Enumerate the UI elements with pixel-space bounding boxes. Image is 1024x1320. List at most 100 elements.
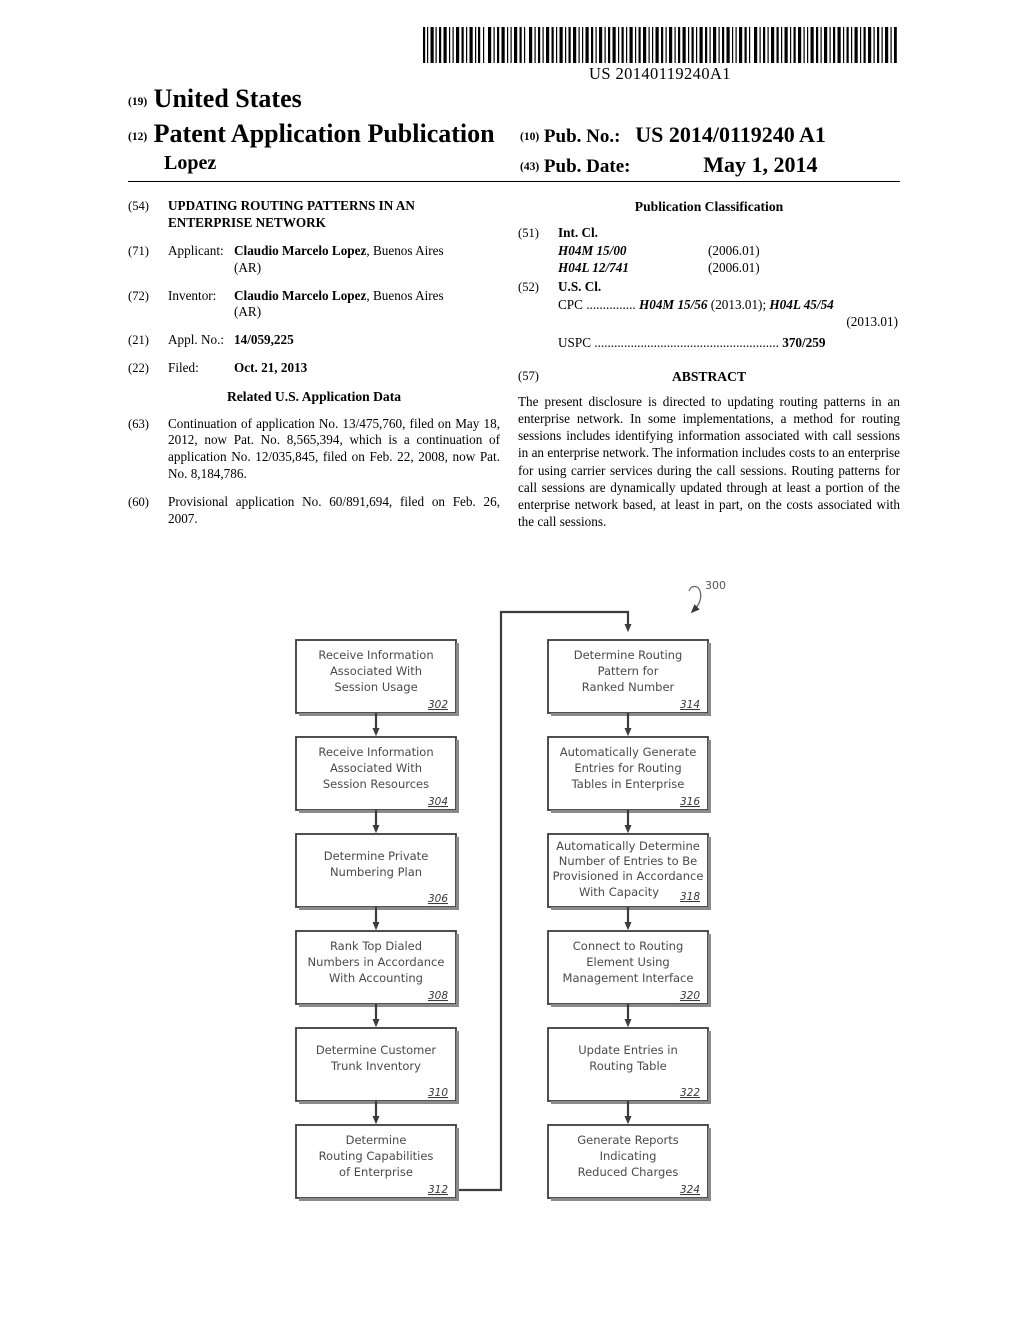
left-column: (54) UPDATING ROUTING PATTERNS IN AN ENT… [128, 198, 500, 539]
us-cl-row: (52) U.S. Cl. [518, 279, 900, 296]
abstract-heading: ABSTRACT [671, 368, 747, 384]
code-22: (22) [128, 361, 149, 376]
masthead: (19) United States (12) Patent Applicati… [128, 84, 900, 178]
right-column: Publication Classification (51) Int. Cl.… [518, 198, 900, 530]
code-21: (21) [128, 333, 149, 348]
abstract-text: The present disclosure is directed to up… [518, 394, 900, 530]
code-19: (19) [128, 96, 148, 108]
svg-text:of Enterprise: of Enterprise [339, 1165, 413, 1179]
svg-text:Automatically Determine: Automatically Determine [556, 839, 700, 853]
pub-date-label: Pub. Date: [543, 156, 631, 177]
continuation-row: (63) Continuation of application No. 13/… [128, 416, 500, 484]
flow-box-314: Determine Routing Pattern for Ranked Num… [547, 639, 711, 716]
svg-text:Generate Reports: Generate Reports [577, 1133, 678, 1147]
cpc-leader-dots: ............... [586, 296, 636, 312]
svg-text:With Capacity: With Capacity [579, 885, 659, 899]
continuation-text: Continuation of application No. 13/475,7… [168, 415, 500, 482]
svg-text:Associated With: Associated With [330, 761, 422, 775]
svg-text:320: 320 [680, 990, 700, 1002]
flowchart-figure: 300 Receive Information Associated With … [250, 560, 780, 1220]
svg-text:312: 312 [428, 1184, 448, 1196]
filed-row: (22) Filed: Oct. 21, 2013 [128, 360, 500, 377]
invention-title: UPDATING ROUTING PATTERNS IN AN ENTERPRI… [168, 198, 415, 230]
svg-text:322: 322 [680, 1087, 700, 1099]
int-cl-entry-2: H04L 12/741 (2006.01) [518, 260, 900, 277]
svg-text:Automatically Generate: Automatically Generate [560, 745, 697, 759]
uspc-label: USPC [558, 334, 591, 350]
svg-text:324: 324 [680, 1184, 700, 1196]
header-divider [128, 181, 900, 182]
code-51: (51) [518, 226, 539, 241]
pub-no-label: Pub. No.: [543, 126, 621, 147]
provisional-row: (60) Provisional application No. 60/891,… [128, 494, 500, 528]
applicant-label: Applicant: [168, 242, 224, 258]
publication-classification-heading: Publication Classification [634, 199, 784, 214]
int-cl-symbol-1: H04M 15/00 [558, 243, 627, 259]
inventor-name: Claudio Marcelo Lopez [234, 287, 367, 303]
svg-text:308: 308 [428, 990, 448, 1002]
svg-text:Update Entries in: Update Entries in [578, 1043, 678, 1057]
svg-text:304: 304 [428, 796, 448, 808]
applicant-country: (AR) [234, 259, 262, 275]
filed-body: Filed: Oct. 21, 2013 [168, 360, 500, 377]
flow-box-306: Determine Private Numbering Plan 306 [295, 833, 459, 910]
inventor-city: , Buenos Aires [366, 287, 444, 303]
inventor-label: Inventor: [168, 287, 217, 303]
svg-text:314: 314 [680, 699, 700, 711]
code-63: (63) [128, 416, 149, 431]
country-line: (19) United States [128, 84, 302, 114]
appl-no-row: (21) Appl. No.: 14/059,225 [128, 332, 500, 349]
appl-no-label: Appl. No.: [168, 332, 225, 348]
svg-text:Session Usage: Session Usage [334, 680, 417, 694]
publication-date-row: (43) Pub. Date: May 1, 2014 [520, 152, 818, 178]
svg-text:Ranked Number: Ranked Number [582, 680, 675, 694]
figure-reference-number: 300 [705, 579, 726, 592]
flow-box-316: Automatically Generate Entries for Routi… [547, 736, 711, 813]
barcode-icon [422, 27, 898, 63]
svg-text:Determine Customer: Determine Customer [316, 1043, 437, 1057]
code-52: (52) [518, 280, 539, 295]
int-cl-label: Int. Cl. [558, 225, 598, 241]
svg-text:318: 318 [680, 891, 700, 903]
uspc-line: USPC ...................................… [518, 335, 900, 352]
applicant-value: Claudio Marcelo Lopez, Buenos Aires (AR) [234, 243, 496, 277]
document-type: Patent Application Publication [153, 119, 495, 148]
flow-box-318: Automatically Determine Number of Entrie… [547, 833, 711, 910]
abstract-heading-row: (57) ABSTRACT [518, 368, 900, 385]
flow-box-310: Determine Customer Trunk Inventory 310 [295, 1027, 459, 1104]
flow-box-324: Generate Reports Indicating Reduced Char… [547, 1124, 711, 1201]
uspc-value: 370/259 [782, 334, 826, 350]
svg-text:Associated With: Associated With [330, 664, 422, 678]
code-72: (72) [128, 288, 149, 303]
applicant-name: Claudio Marcelo Lopez [234, 242, 367, 258]
pub-date-value: May 1, 2014 [703, 152, 818, 177]
svg-text:316: 316 [680, 796, 700, 808]
appl-no-value: 14/059,225 [234, 332, 294, 348]
svg-text:Routing Table: Routing Table [589, 1059, 667, 1073]
flow-box-320: Connect to Routing Element Using Managem… [547, 930, 711, 1007]
svg-text:Provisioned in Accordance: Provisioned in Accordance [553, 869, 704, 883]
appl-no-body: Appl. No.: 14/059,225 [168, 332, 500, 349]
pub-no-value: US 2014/0119240 A1 [635, 122, 826, 147]
svg-text:Indicating: Indicating [600, 1149, 657, 1163]
code-54: (54) [128, 199, 149, 213]
code-57: (57) [518, 368, 539, 383]
svg-text:Numbers in Accordance: Numbers in Accordance [308, 955, 445, 969]
cpc-edition-1: (2013.01); [710, 296, 767, 312]
inventor-value: Claudio Marcelo Lopez, Buenos Aires (AR) [234, 288, 496, 322]
filed-label: Filed: [168, 360, 199, 376]
svg-text:Routing Capabilities: Routing Capabilities [319, 1149, 434, 1163]
flow-box-312: Determine Routing Capabilities of Enterp… [295, 1124, 459, 1201]
svg-text:Determine: Determine [346, 1133, 407, 1147]
code-71: (71) [128, 243, 149, 258]
svg-text:With Accounting: With Accounting [329, 971, 423, 985]
svg-text:Session Resources: Session Resources [323, 777, 429, 791]
code-60: (60) [128, 495, 149, 510]
svg-text:Tables in Enterprise: Tables in Enterprise [571, 777, 685, 791]
int-cl-entry-1: H04M 15/00 (2006.01) [518, 243, 900, 260]
svg-text:Receive Information: Receive Information [318, 745, 433, 759]
filed-value: Oct. 21, 2013 [234, 360, 308, 376]
inventor-row: (72) Inventor: Claudio Marcelo Lopez, Bue… [128, 288, 500, 322]
publication-number-text: US 20140119240A1 [589, 64, 731, 83]
svg-text:Management Interface: Management Interface [563, 971, 694, 985]
